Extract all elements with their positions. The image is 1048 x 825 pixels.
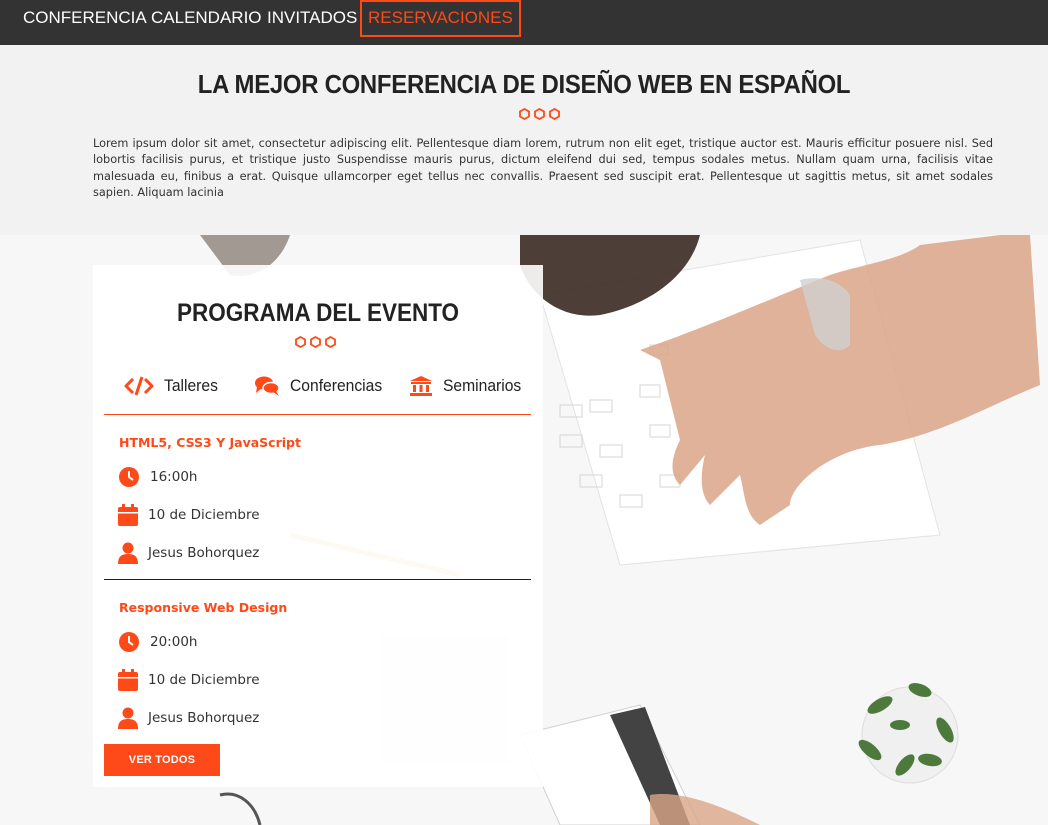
event-separator (104, 579, 531, 580)
calendar-icon (118, 504, 138, 526)
nav-link-conferencia[interactable]: CONFERENCIA (15, 0, 155, 36)
view-all-button[interactable]: VER TODOS (104, 744, 220, 776)
program-card: PROGRAMA DEL EVENTO Talleres Conferencia… (93, 265, 543, 787)
nav-link-reservaciones[interactable]: RESERVACIONES (360, 0, 521, 37)
tab-label: Seminarios (443, 376, 522, 395)
clock-icon (119, 632, 139, 652)
hexagon-divider-icon (519, 108, 560, 120)
event-title: Responsive Web Design (119, 600, 288, 615)
hexagon-divider-icon (295, 336, 336, 348)
tab-label: Talleres (164, 376, 218, 395)
tab-conferencias[interactable]: Conferencias (254, 371, 390, 401)
user-icon (118, 707, 138, 729)
tab-label: Conferencias (290, 376, 383, 395)
clock-icon (119, 467, 139, 487)
event-item: Responsive Web Design 20:00h 10 de Dicie… (104, 600, 531, 740)
calendar-icon (118, 669, 138, 691)
event-title: HTML5, CSS3 Y JavaScript (119, 435, 301, 450)
tab-talleres[interactable]: Talleres (124, 371, 223, 401)
event-date: 10 de Diciembre (118, 502, 260, 528)
program-title: PROGRAMA DEL EVENTO (176, 299, 460, 327)
event-speaker: Jesus Bohorquez (118, 540, 259, 566)
university-icon (410, 376, 432, 396)
event-item: HTML5, CSS3 Y JavaScript 16:00h 10 de Di… (104, 435, 531, 575)
event-time: 16:00h (118, 464, 197, 490)
nav-link-calendario[interactable]: CALENDARIO (143, 0, 270, 36)
event-date: 10 de Diciembre (118, 667, 260, 693)
program-tabs: Talleres Conferencias Seminarios (104, 361, 531, 415)
top-navigation: CONFERENCIA CALENDARIO INVITADOS RESERVA… (0, 0, 1048, 45)
intro-section: LA MEJOR CONFERENCIA DE DISEÑO WEB EN ES… (0, 45, 1048, 235)
nav-link-invitados[interactable]: INVITADOS (259, 0, 365, 36)
code-icon (124, 376, 154, 396)
comments-icon (255, 376, 280, 396)
user-icon (118, 542, 138, 564)
intro-paragraph: Lorem ipsum dolor sit amet, consectetur … (93, 137, 993, 199)
tab-seminarios[interactable]: Seminarios (409, 371, 528, 401)
event-speaker: Jesus Bohorquez (118, 705, 259, 731)
event-time: 20:00h (118, 629, 197, 655)
intro-title: LA MEJOR CONFERENCIA DE DISEÑO WEB EN ES… (197, 69, 851, 99)
